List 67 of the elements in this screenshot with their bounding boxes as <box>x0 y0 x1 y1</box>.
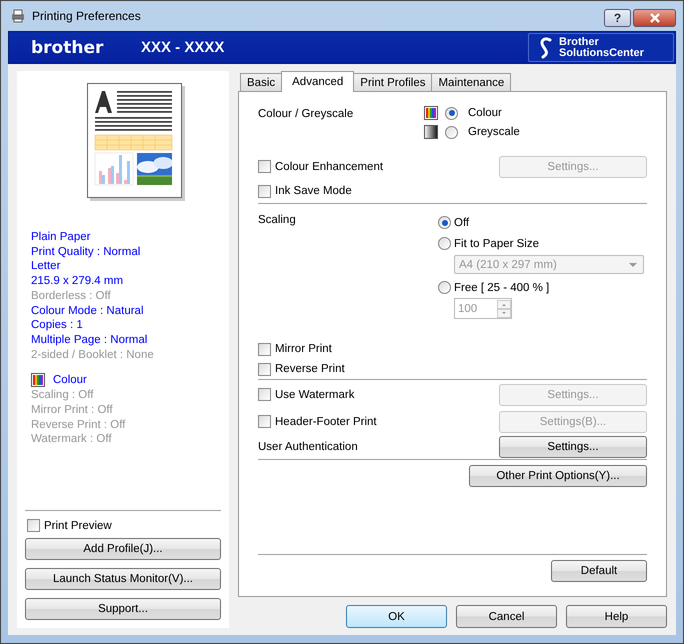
dropdown-arrow-icon <box>629 262 637 266</box>
setting-summary: Letter <box>31 259 62 274</box>
setting-summary: Multiple Page : Normal <box>31 332 148 348</box>
radio-button[interactable] <box>438 237 451 250</box>
section-label: Colour / Greyscale <box>258 108 354 120</box>
setting-summary: Colour Mode : Natural <box>31 304 144 318</box>
radio-label: Colour <box>468 107 502 119</box>
tab[interactable]: Print Profiles <box>353 73 432 91</box>
radio-button[interactable] <box>438 216 451 229</box>
setting-summary: Print Quality : Normal <box>31 244 142 260</box>
side-button[interactable]: Launch Status Monitor(V)... <box>25 568 221 590</box>
checkbox-label: Reverse Print <box>275 363 345 375</box>
side-button[interactable]: Add Profile(J)... <box>25 538 221 560</box>
radio-label: Greyscale <box>468 126 520 138</box>
spinner-arrows-icon <box>497 300 511 318</box>
help-button[interactable]: ? <box>604 9 631 27</box>
checkbox[interactable] <box>258 342 271 356</box>
close-button[interactable] <box>633 9 676 27</box>
checkbox[interactable] <box>258 415 271 428</box>
checkbox[interactable] <box>258 160 271 173</box>
setting-summary: 2-sided / Booklet : None <box>31 348 155 362</box>
checkbox-label: Ink Save Mode <box>275 185 352 197</box>
radio-label: Free [ 25 - 400 % ] <box>454 282 550 294</box>
radio-label: Off <box>454 216 470 228</box>
greyscale-icon <box>424 125 438 139</box>
setting-summary: 215.9 x 279.4 mm <box>31 274 124 289</box>
checkbox[interactable] <box>258 388 271 401</box>
checkbox[interactable] <box>27 519 40 532</box>
model-name: XXX - XXXX <box>141 39 224 56</box>
other-print-options-button[interactable]: Other Print Options(Y)... <box>469 465 647 487</box>
colour-bars-icon <box>31 373 45 388</box>
checkbox-label: Colour Enhancement <box>275 160 384 172</box>
settings-button[interactable]: Settings... <box>499 436 647 458</box>
checkbox[interactable] <box>258 184 271 198</box>
setting-summary: Reverse Print : Off <box>31 418 126 432</box>
setting-summary: Copies : 1 <box>31 318 84 333</box>
brand-logo-text: brother <box>31 38 104 58</box>
setting-summary: Mirror Print : Off <box>31 403 114 418</box>
checkbox-label: Use Watermark <box>275 388 354 400</box>
checkbox-label: Mirror Print <box>275 343 332 355</box>
window-title: Printing Preferences <box>32 9 141 23</box>
default-button[interactable]: Default <box>551 560 647 582</box>
tab[interactable]: Advanced <box>281 71 354 92</box>
dialog-button[interactable]: Cancel <box>456 605 557 628</box>
close-icon <box>648 13 660 23</box>
radio-button[interactable] <box>445 126 458 138</box>
dialog-button[interactable]: OK <box>346 605 447 628</box>
radio-label: Fit to Paper Size <box>454 238 540 250</box>
solutions-center-button[interactable]: Brother SolutionsCenter <box>528 33 674 62</box>
radio-button[interactable] <box>445 106 458 120</box>
radio-button[interactable] <box>438 281 451 294</box>
dialog-button[interactable]: Help <box>566 605 667 628</box>
colour-bars-icon <box>424 106 438 120</box>
printer-icon <box>10 8 26 24</box>
section-label: User Authentication <box>258 440 359 452</box>
setting-summary: Scaling : Off <box>31 388 94 404</box>
checkbox[interactable] <box>258 362 271 376</box>
checkbox-label: Header-Footer Print <box>275 416 377 428</box>
tab[interactable]: Basic <box>240 73 282 91</box>
setting-summary: Borderless : Off <box>31 288 112 304</box>
checkbox-label: Print Preview <box>44 520 112 532</box>
setting-summary: Watermark : Off <box>31 432 113 448</box>
setting-summary: Plain Paper <box>31 230 92 245</box>
colour-mode-summary: Colour <box>53 372 87 388</box>
side-button[interactable]: Support... <box>25 598 221 620</box>
section-label: Scaling <box>258 214 297 226</box>
tab[interactable]: Maintenance <box>431 73 512 91</box>
